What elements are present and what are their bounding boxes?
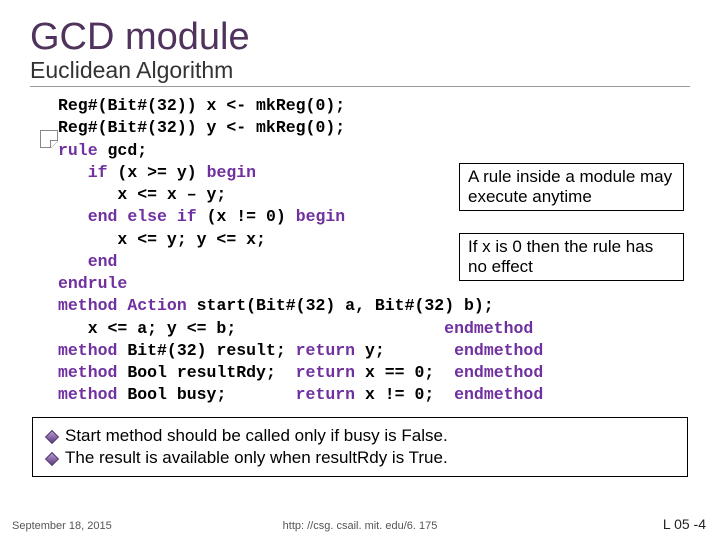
footer-date: September 18, 2015 [12, 520, 112, 532]
kw-method: method [58, 363, 117, 382]
diamond-icon [45, 452, 59, 466]
code-line: (x >= y) [108, 163, 207, 182]
callout-x-zero: If x is 0 then the rule has no effect [459, 233, 684, 281]
kw-end: end [88, 207, 118, 226]
code-line: (x != 0) [197, 207, 296, 226]
kw-begin: begin [207, 163, 257, 182]
bullet-text: The result is available only when result… [65, 448, 448, 468]
kw-end: end [88, 252, 118, 271]
kw-method: method [58, 296, 117, 315]
kw-endmethod: endmethod [454, 363, 543, 382]
bullet-text: Start method should be called only if bu… [65, 426, 448, 446]
footer-url: http: //csg. csail. mit. edu/6. 175 [283, 520, 438, 532]
kw-endmethod: endmethod [444, 319, 533, 338]
footer-page-num: L 05 -4 [663, 516, 706, 532]
code-line: gcd; [98, 141, 148, 160]
kw-begin: begin [296, 207, 346, 226]
kw-method: method [58, 385, 117, 404]
code-line: Reg#(Bit#(32)) y <- mkReg(0); [58, 118, 345, 137]
kw-return: return [296, 385, 355, 404]
code-line: x != 0; [355, 385, 454, 404]
slide-subtitle: Euclidean Algorithm [30, 57, 690, 87]
kw-if: if [88, 163, 108, 182]
kw-return: return [296, 341, 355, 360]
code-line: start(Bit#(32) a, Bit#(32) b); [187, 296, 494, 315]
bullet-row: Start method should be called only if bu… [39, 426, 679, 446]
code-line: Bit#(32) result; [117, 341, 295, 360]
code-line: x == 0; [355, 363, 454, 382]
kw-else: else [127, 207, 167, 226]
code-line: Bool resultRdy; [117, 363, 295, 382]
kw-action: Action [127, 296, 186, 315]
kw-method: method [58, 341, 117, 360]
code-line: Reg#(Bit#(32)) x <- mkReg(0); [58, 96, 345, 115]
code-line: Bool busy; [117, 385, 295, 404]
bullet-row: The result is available only when result… [39, 448, 679, 468]
slide-title: GCD module [30, 16, 690, 59]
code-line: y; [355, 341, 454, 360]
bullet-box: Start method should be called only if bu… [32, 417, 688, 477]
kw-return: return [296, 363, 355, 382]
code-line: x <= y; y <= x; [58, 230, 266, 249]
callout-rule-anytime: A rule inside a module may execute anyti… [459, 163, 684, 211]
page-tear-icon [40, 130, 58, 148]
kw-endmethod: endmethod [454, 385, 543, 404]
kw-endmethod: endmethod [454, 341, 543, 360]
kw-if: if [177, 207, 197, 226]
kw-rule: rule [58, 141, 98, 160]
code-line: x <= a; y <= b; [58, 319, 444, 338]
diamond-icon [45, 430, 59, 444]
code-line: x <= x – y; [58, 185, 226, 204]
kw-endrule: endrule [58, 274, 127, 293]
slide: GCD module Euclidean Algorithm Reg#(Bit#… [0, 0, 720, 540]
